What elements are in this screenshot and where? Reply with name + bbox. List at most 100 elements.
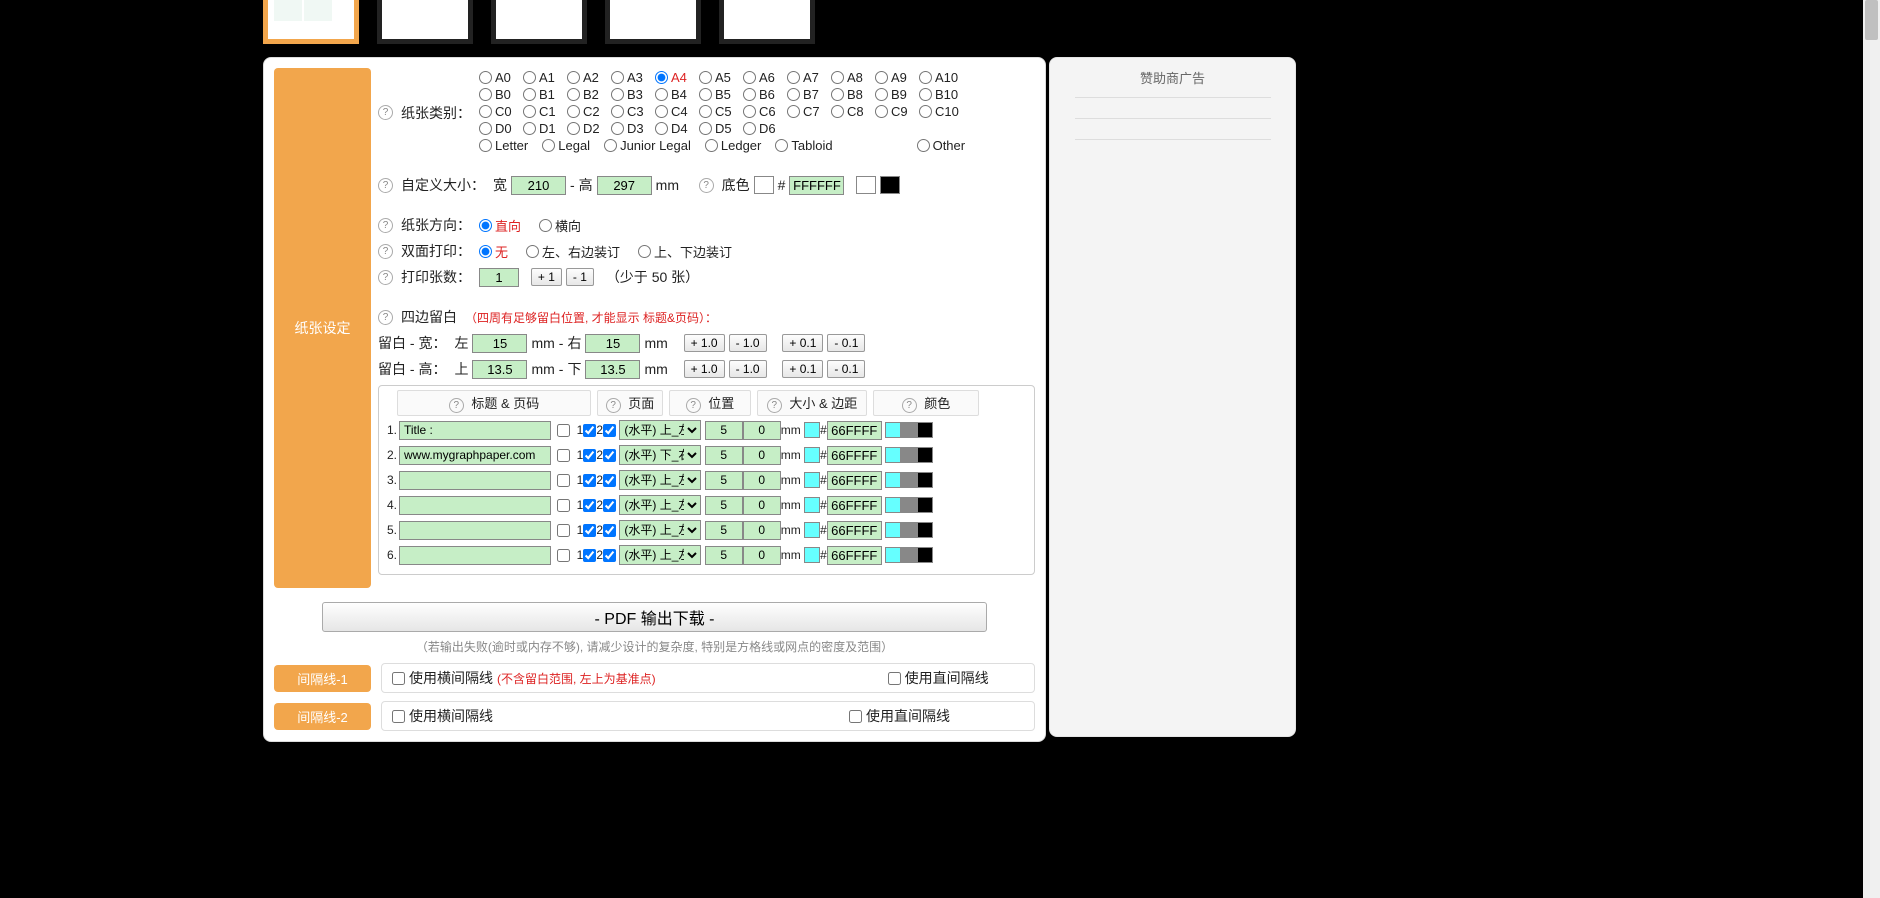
help-icon[interactable]: ? — [378, 218, 393, 233]
paper-type-c1[interactable]: C1 — [523, 104, 567, 119]
title-position-select[interactable]: (水平) 下_右 — [619, 445, 701, 465]
title-color-swatch[interactable] — [804, 522, 820, 538]
duplex-tb[interactable]: 上、下边装订 — [638, 242, 732, 261]
paper-type-c8[interactable]: C8 — [831, 104, 875, 119]
thumbnail-1[interactable] — [263, 0, 359, 44]
title-size-input[interactable] — [705, 446, 743, 465]
title-size-input[interactable] — [705, 496, 743, 515]
paper-type-a3[interactable]: A3 — [611, 70, 655, 85]
paper-type-b6[interactable]: B6 — [743, 87, 787, 102]
title-margin-input[interactable] — [743, 496, 781, 515]
paper-type-d5[interactable]: D5 — [699, 121, 743, 136]
title-position-select[interactable]: (水平) 上_左 — [619, 420, 701, 440]
title-color-swatch[interactable] — [804, 447, 820, 463]
orientation-portrait[interactable]: 直向 — [479, 216, 521, 235]
help-icon[interactable]: ? — [606, 398, 621, 413]
paper-type-b2[interactable]: B2 — [567, 87, 611, 102]
swatch-black[interactable] — [917, 522, 933, 538]
mw-inc01-button[interactable]: + 0.1 — [782, 334, 823, 352]
width-input[interactable] — [511, 176, 566, 195]
sep1-horizontal-checkbox[interactable] — [392, 672, 405, 685]
paper-type-ledger[interactable]: Ledger — [705, 138, 761, 153]
title-color-swatch[interactable] — [804, 472, 820, 488]
copies-dec-button[interactable]: - 1 — [566, 268, 594, 286]
title-color-input[interactable] — [827, 421, 882, 440]
paper-type-d0[interactable]: D0 — [479, 121, 523, 136]
paper-type-a0[interactable]: A0 — [479, 70, 523, 85]
swatch-black[interactable] — [917, 447, 933, 463]
bgcolor-swatch[interactable] — [754, 176, 774, 194]
sep2-horizontal-checkbox[interactable] — [392, 710, 405, 723]
paper-type-junior-legal[interactable]: Junior Legal — [604, 138, 691, 153]
paper-type-c2[interactable]: C2 — [567, 104, 611, 119]
title-color-input[interactable] — [827, 521, 882, 540]
paper-type-b1[interactable]: B1 — [523, 87, 567, 102]
thumbnail-4[interactable] — [605, 0, 701, 44]
paper-type-other[interactable]: Other — [917, 138, 966, 153]
paper-type-b8[interactable]: B8 — [831, 87, 875, 102]
swatch-cyan[interactable] — [885, 522, 901, 538]
paper-type-b4[interactable]: B4 — [655, 87, 699, 102]
title-position-select[interactable]: (水平) 上_左 — [619, 520, 701, 540]
title-text-input[interactable] — [399, 546, 551, 565]
orientation-landscape[interactable]: 横向 — [539, 216, 581, 235]
pdf-download-button[interactable]: - PDF 输出下载 - — [322, 602, 987, 632]
title-position-select[interactable]: (水平) 上_左 — [619, 470, 701, 490]
title-page1-checkbox[interactable] — [583, 499, 596, 512]
title-enable-checkbox[interactable] — [557, 474, 570, 487]
margin-right-input[interactable] — [585, 334, 640, 353]
sep2-vertical-checkbox[interactable] — [849, 710, 862, 723]
title-color-input[interactable] — [827, 496, 882, 515]
paper-type-a4[interactable]: A4 — [655, 70, 699, 85]
title-text-input[interactable] — [399, 446, 551, 465]
title-size-input[interactable] — [705, 421, 743, 440]
title-enable-checkbox[interactable] — [557, 499, 570, 512]
swatch-black[interactable] — [917, 547, 933, 563]
thumbnail-3[interactable] — [491, 0, 587, 44]
paper-type-d1[interactable]: D1 — [523, 121, 567, 136]
title-color-input[interactable] — [827, 471, 882, 490]
title-size-input[interactable] — [705, 546, 743, 565]
mh-dec1-button[interactable]: - 1.0 — [729, 360, 767, 378]
swatch-gray[interactable] — [901, 422, 917, 438]
help-icon[interactable]: ? — [449, 398, 464, 413]
help-icon[interactable]: ? — [902, 398, 917, 413]
swatch-cyan[interactable] — [885, 547, 901, 563]
help-icon[interactable]: ? — [378, 270, 393, 285]
paper-type-d6[interactable]: D6 — [743, 121, 787, 136]
help-icon[interactable]: ? — [378, 310, 393, 325]
title-page2-checkbox[interactable] — [603, 499, 616, 512]
mh-dec01-button[interactable]: - 0.1 — [827, 360, 865, 378]
swatch-gray[interactable] — [901, 447, 917, 463]
paper-type-a10[interactable]: A10 — [919, 70, 963, 85]
paper-type-a1[interactable]: A1 — [523, 70, 567, 85]
title-color-input[interactable] — [827, 546, 882, 565]
title-page2-checkbox[interactable] — [603, 449, 616, 462]
bgcolor-input[interactable] — [789, 176, 844, 195]
swatch-gray[interactable] — [901, 522, 917, 538]
swatch-cyan[interactable] — [885, 472, 901, 488]
help-icon[interactable]: ? — [699, 178, 714, 193]
margin-top-input[interactable] — [472, 360, 527, 379]
margin-left-input[interactable] — [472, 334, 527, 353]
paper-type-a7[interactable]: A7 — [787, 70, 831, 85]
title-margin-input[interactable] — [743, 471, 781, 490]
title-color-input[interactable] — [827, 446, 882, 465]
title-page1-checkbox[interactable] — [583, 474, 596, 487]
paper-type-b9[interactable]: B9 — [875, 87, 919, 102]
title-page1-checkbox[interactable] — [583, 424, 596, 437]
paper-type-c3[interactable]: C3 — [611, 104, 655, 119]
copies-input[interactable] — [479, 268, 519, 287]
title-text-input[interactable] — [399, 471, 551, 490]
title-page2-checkbox[interactable] — [603, 424, 616, 437]
paper-type-a6[interactable]: A6 — [743, 70, 787, 85]
help-icon[interactable]: ? — [378, 244, 393, 259]
title-enable-checkbox[interactable] — [557, 524, 570, 537]
title-page2-checkbox[interactable] — [603, 549, 616, 562]
paper-type-d2[interactable]: D2 — [567, 121, 611, 136]
help-icon[interactable]: ? — [767, 398, 782, 413]
swatch-black[interactable] — [917, 497, 933, 513]
title-text-input[interactable] — [399, 421, 551, 440]
paper-type-legal[interactable]: Legal — [542, 138, 590, 153]
duplex-none[interactable]: 无 — [479, 242, 508, 261]
